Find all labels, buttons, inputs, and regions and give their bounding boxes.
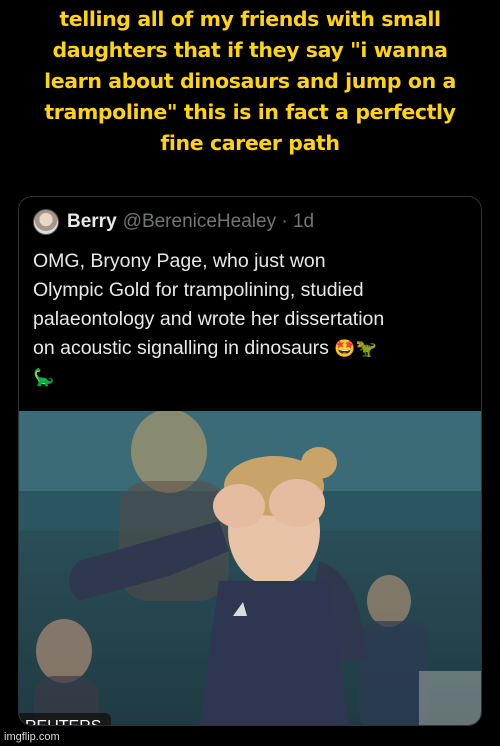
- tweet-line: OMG, Bryony Page, who just won: [33, 250, 326, 272]
- caption-line: daughters that if they say "i wanna: [52, 38, 448, 62]
- emoji-sauropod: 🦕: [33, 368, 55, 387]
- tweet-line: on acoustic signalling in dinosaurs: [33, 337, 329, 359]
- background-spectator-right-body: [359, 621, 429, 725]
- tweet-text: OMG, Bryony Page, who just won Olympic G…: [33, 247, 473, 392]
- athlete-hair-bun: [301, 447, 337, 479]
- caption-line: fine career path: [160, 131, 340, 155]
- tweet-line: palaeontology and wrote her dissertation: [33, 308, 385, 330]
- tweet-line: Olympic Gold for trampolining, studied: [33, 279, 364, 301]
- athlete-photo-illustration: [19, 411, 481, 725]
- athlete-leotard: [199, 581, 349, 725]
- emoji-starstruck-trex: 🤩🦖: [334, 339, 377, 358]
- tweet-header: Berry @BereniceHealey · 1d: [33, 209, 314, 235]
- author-handle-time[interactable]: @BereniceHealey · 1d: [123, 211, 314, 233]
- caption-line: learn about dinosaurs and jump on a: [44, 69, 456, 93]
- background-spectator-right: [367, 575, 411, 627]
- author-name[interactable]: Berry: [67, 211, 117, 233]
- meme-caption: telling all of my friends with small dau…: [0, 4, 500, 159]
- background-spectator-left: [36, 619, 92, 683]
- background-sign: [419, 671, 481, 725]
- avatar[interactable]: [33, 209, 59, 235]
- background-person-head: [131, 411, 207, 493]
- caption-line: trampoline" this is in fact a perfectly: [44, 100, 456, 124]
- watermark: imgflip.com: [4, 731, 60, 743]
- caption-line: telling all of my friends with small: [59, 7, 441, 31]
- athlete-left-hand: [213, 484, 265, 528]
- photo-credit: REUTERS: [19, 713, 111, 725]
- athlete-right-hand: [269, 479, 325, 527]
- tweet-photo[interactable]: REUTERS: [19, 411, 481, 725]
- tweet-line-with-emoji: on acoustic signalling in dinosaurs 🤩🦖: [33, 334, 473, 363]
- tweet-card: Berry @BereniceHealey · 1d OMG, Bryony P…: [18, 196, 482, 726]
